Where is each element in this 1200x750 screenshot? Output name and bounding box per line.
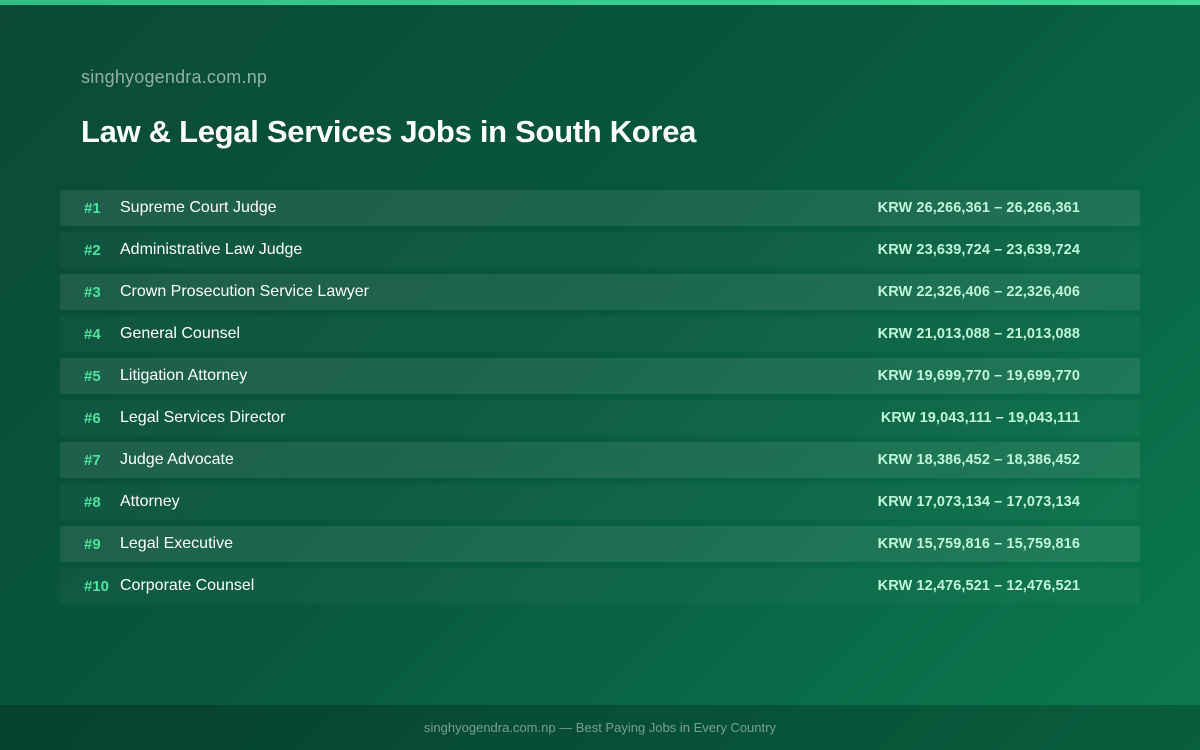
job-salary: KRW 19,699,770 – 19,699,770 [877,368,1080,384]
job-rank: #10 [84,577,110,595]
job-salary: KRW 15,759,816 – 15,759,816 [877,536,1080,552]
footer: singhyogendra.com.np — Best Paying Jobs … [0,705,1200,750]
job-row: #6 Legal Services Director KRW 19,043,11… [60,400,1140,436]
job-title: Legal Executive [120,535,233,552]
job-title: Attorney [120,493,180,510]
job-salary: KRW 26,266,361 – 26,266,361 [877,200,1080,216]
top-accent-bar [0,0,1200,5]
job-salary: KRW 17,073,134 – 17,073,134 [877,494,1080,510]
job-salary: KRW 19,043,111 – 19,043,111 [880,410,1080,426]
job-title: Legal Services Director [120,409,286,426]
site-name: singhyogendra.com.np [81,67,268,87]
page-title: Law & Legal Services Jobs in South Korea [81,114,697,149]
job-rank: #8 [84,493,101,511]
job-title: Supreme Court Judge [120,199,277,216]
job-rank: #9 [84,535,101,553]
job-row: #8 Attorney KRW 17,073,134 – 17,073,134 [60,484,1140,520]
job-rank: #2 [84,241,101,259]
job-salary: KRW 18,386,452 – 18,386,452 [877,452,1080,468]
footer-text: singhyogendra.com.np — Best Paying Jobs … [424,720,776,735]
job-salary: KRW 21,013,088 – 21,013,088 [877,326,1080,342]
job-row: #7 Judge Advocate KRW 18,386,452 – 18,38… [60,442,1140,478]
job-row: #5 Litigation Attorney KRW 19,699,770 – … [60,358,1140,394]
job-row: #1 Supreme Court Judge KRW 26,266,361 – … [60,190,1140,226]
job-title: Corporate Counsel [120,577,255,594]
job-title: Administrative Law Judge [120,241,303,258]
job-title: Judge Advocate [120,451,234,468]
job-salary: KRW 23,639,724 – 23,639,724 [877,242,1080,258]
job-row: #2 Administrative Law Judge KRW 23,639,7… [60,232,1140,268]
job-salary: KRW 22,326,406 – 22,326,406 [877,284,1080,300]
job-row: #9 Legal Executive KRW 15,759,816 – 15,7… [60,526,1140,562]
job-list: #1 Supreme Court Judge KRW 26,266,361 – … [60,190,1140,610]
job-rank: #3 [84,283,101,301]
job-salary: KRW 12,476,521 – 12,476,521 [877,578,1080,594]
job-rank: #5 [84,367,101,385]
job-title: Litigation Attorney [120,367,248,384]
job-row: #3 Crown Prosecution Service Lawyer KRW … [60,274,1140,310]
job-rank: #4 [84,325,101,343]
job-rank: #1 [84,199,101,217]
job-title: Crown Prosecution Service Lawyer [120,283,369,300]
job-rank: #6 [84,409,101,427]
job-title: General Counsel [120,325,241,342]
job-row: #4 General Counsel KRW 21,013,088 – 21,0… [60,316,1140,352]
job-row: #10 Corporate Counsel KRW 12,476,521 – 1… [60,568,1140,604]
job-rank: #7 [84,451,101,469]
